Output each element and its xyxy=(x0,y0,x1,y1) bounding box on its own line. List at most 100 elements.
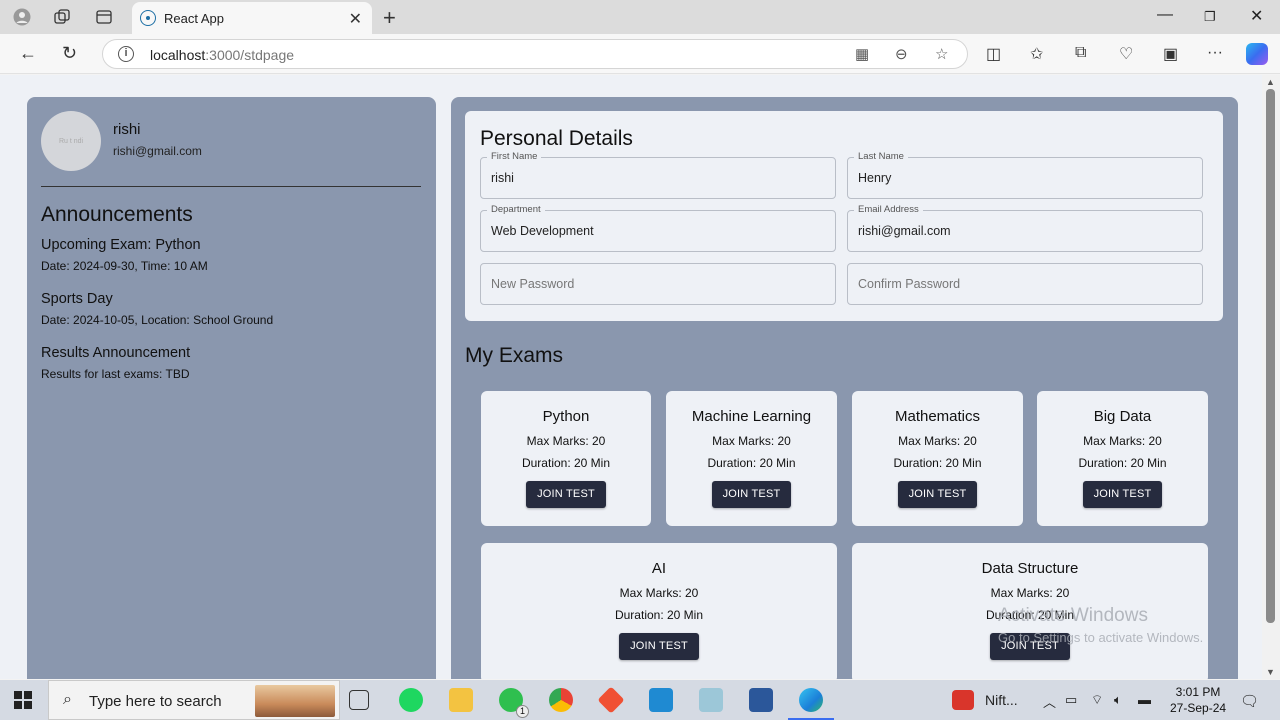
window-close-icon[interactable]: ✕ xyxy=(1250,6,1263,26)
url-field[interactable]: i localhost:3000/stdpage ▦ ⊖ ☆ xyxy=(102,39,968,69)
scrollbar-thumb[interactable] xyxy=(1266,89,1275,623)
chrome-icon[interactable] xyxy=(549,688,573,712)
back-icon[interactable]: ← xyxy=(19,43,37,64)
exam-max-marks: Max Marks: 20 xyxy=(619,586,699,600)
join-test-button[interactable]: JOIN TEST xyxy=(1082,481,1163,508)
join-test-button[interactable]: JOIN TEST xyxy=(619,633,699,660)
new-password-field[interactable]: New Password xyxy=(480,263,836,305)
refresh-icon[interactable]: ↻ xyxy=(62,43,77,64)
exam-card-mathematics: Mathematics Max Marks: 20 Duration: 20 M… xyxy=(852,391,1023,526)
exam-duration: Duration: 20 Min xyxy=(614,608,704,622)
url-text: localhost:3000/stdpage xyxy=(150,47,295,63)
favorite-star-icon[interactable]: ☆ xyxy=(935,45,948,63)
divider xyxy=(41,186,421,187)
git-icon[interactable] xyxy=(597,686,625,714)
new-tab-icon[interactable]: + xyxy=(383,5,396,31)
workspaces-icon[interactable] xyxy=(52,7,72,27)
announcement-heading: Upcoming Exam: Python xyxy=(41,237,201,253)
exam-duration: Duration: 20 Min xyxy=(707,456,796,470)
tab-title: React App xyxy=(164,11,224,26)
react-favicon-icon xyxy=(140,10,156,26)
tab-react-app[interactable]: React App ✕ xyxy=(132,2,372,34)
copilot-icon[interactable] xyxy=(1246,43,1268,65)
browser-essentials-icon[interactable]: ♡ xyxy=(1119,44,1133,64)
restore-icon[interactable]: ❐ xyxy=(1204,9,1216,25)
wifi-icon[interactable]: ⌔ xyxy=(1091,692,1103,708)
announcement-heading: Results Announcement xyxy=(41,345,191,361)
taskbar-search[interactable]: ⌕ Type here to search xyxy=(48,680,340,720)
minimize-icon[interactable]: — xyxy=(1157,6,1173,24)
nifty-label[interactable]: Nift... xyxy=(985,692,1018,708)
email-field[interactable]: Email Address rishi@gmail.com xyxy=(847,204,1203,252)
join-test-button[interactable]: JOIN TEST xyxy=(711,481,792,508)
page-viewport: Ru t ndi rishi rishi@gmail.com Announcem… xyxy=(0,75,1262,679)
search-placeholder: Type here to search xyxy=(89,693,222,710)
browser-tab-bar: React App ✕ + — ❐ ✕ xyxy=(0,0,1280,34)
exam-card-machine-learning: Machine Learning Max Marks: 20 Duration:… xyxy=(666,391,837,526)
exam-max-marks: Max Marks: 20 xyxy=(712,434,791,448)
my-exams-title: My Exams xyxy=(465,344,564,367)
edge-icon[interactable] xyxy=(799,688,823,712)
last-name-field[interactable]: Last Name Henry xyxy=(847,151,1203,199)
join-test-button[interactable]: JOIN TEST xyxy=(897,481,978,508)
announcements-title: Announcements xyxy=(41,203,193,226)
first-name-field[interactable]: First Name rishi xyxy=(480,151,836,199)
clock-date: 27-Sep-24 xyxy=(1170,701,1227,715)
volume-icon[interactable]: 🔈︎ xyxy=(1114,692,1122,708)
tab-actions-icon[interactable] xyxy=(94,7,114,27)
address-bar-row: ← ↻ i localhost:3000/stdpage ▦ ⊖ ☆ ◫ ✩ ⧉… xyxy=(0,34,1280,74)
clock-time: 3:01 PM xyxy=(1175,685,1221,699)
announcement-item: Results Announcement Results for last ex… xyxy=(41,345,190,381)
more-menu-icon[interactable]: ··· xyxy=(1207,44,1223,62)
whatsapp-badge: 1 xyxy=(516,705,529,718)
tray-chevron-icon[interactable]: ︿ xyxy=(1043,692,1056,711)
word-icon[interactable] xyxy=(749,688,773,712)
user-name: rishi xyxy=(113,121,141,138)
spotify-icon[interactable] xyxy=(399,688,423,712)
scroll-down-icon[interactable]: ▼ xyxy=(1266,667,1275,677)
battery-icon[interactable]: ▬ xyxy=(1138,692,1151,707)
system-clock[interactable]: 3:01 PM 27-Sep-24 xyxy=(1170,684,1226,716)
sidebar-icon[interactable]: ▣ xyxy=(1163,44,1178,64)
exam-max-marks: Max Marks: 20 xyxy=(1083,434,1162,448)
announcement-heading: Sports Day xyxy=(41,291,113,307)
close-tab-icon[interactable]: ✕ xyxy=(349,9,362,29)
personal-details-card: Personal Details First Name rishi Last N… xyxy=(465,111,1223,321)
announcement-detail: Results for last exams: TBD xyxy=(41,367,190,381)
search-highlight-image xyxy=(255,685,335,717)
notepad-icon[interactable] xyxy=(699,688,723,712)
exam-name: AI xyxy=(651,560,667,577)
announcement-detail: Date: 2024-09-30, Time: 10 AM xyxy=(41,259,208,273)
scroll-up-icon[interactable]: ▲ xyxy=(1266,77,1275,87)
exam-name: Machine Learning xyxy=(691,408,812,425)
stock-icon[interactable] xyxy=(952,690,974,710)
favorites-icon[interactable]: ✩ xyxy=(1030,44,1043,64)
page-scrollbar[interactable]: ▲ ▼ xyxy=(1262,75,1280,679)
exam-card-python: Python Max Marks: 20 Duration: 20 Min JO… xyxy=(481,391,651,526)
department-field[interactable]: Department Web Development xyxy=(480,204,836,252)
file-explorer-icon[interactable] xyxy=(449,688,473,712)
zoom-icon[interactable]: ⊖ xyxy=(895,45,908,63)
exam-name: Big Data xyxy=(1093,408,1152,425)
exam-duration: Duration: 20 Min xyxy=(893,456,982,470)
whatsapp-icon[interactable]: 1 xyxy=(499,688,529,718)
split-screen-icon[interactable]: ◫ xyxy=(986,44,1001,64)
exam-card-ai: AI Max Marks: 20 Duration: 20 Min JOIN T… xyxy=(481,543,837,679)
site-info-icon[interactable]: i xyxy=(118,46,134,62)
activate-windows-watermark: Activate Windows Go to Settings to activ… xyxy=(998,605,1204,645)
exam-max-marks: Max Marks: 20 xyxy=(898,434,977,448)
task-view-icon[interactable] xyxy=(349,690,369,710)
confirm-password-field[interactable]: Confirm Password xyxy=(847,263,1203,305)
announcement-item: Sports Day Date: 2024-10-05, Location: S… xyxy=(41,291,273,327)
profile-icon[interactable] xyxy=(12,7,32,27)
app-available-icon[interactable]: ▦ xyxy=(855,45,869,63)
tray-app-icon[interactable]: ▭ xyxy=(1065,692,1077,708)
join-test-button[interactable]: JOIN TEST xyxy=(526,481,606,508)
profile-sidebar: Ru t ndi rishi rishi@gmail.com Announcem… xyxy=(27,97,436,679)
windows-start-icon[interactable] xyxy=(14,691,32,709)
notifications-icon[interactable]: 🗨︎ xyxy=(1240,692,1259,710)
vscode-icon[interactable] xyxy=(649,688,673,712)
collections-icon[interactable]: ⧉ xyxy=(1075,44,1086,62)
exam-name: Data Structure xyxy=(981,560,1079,577)
personal-details-title: Personal Details xyxy=(480,127,633,150)
